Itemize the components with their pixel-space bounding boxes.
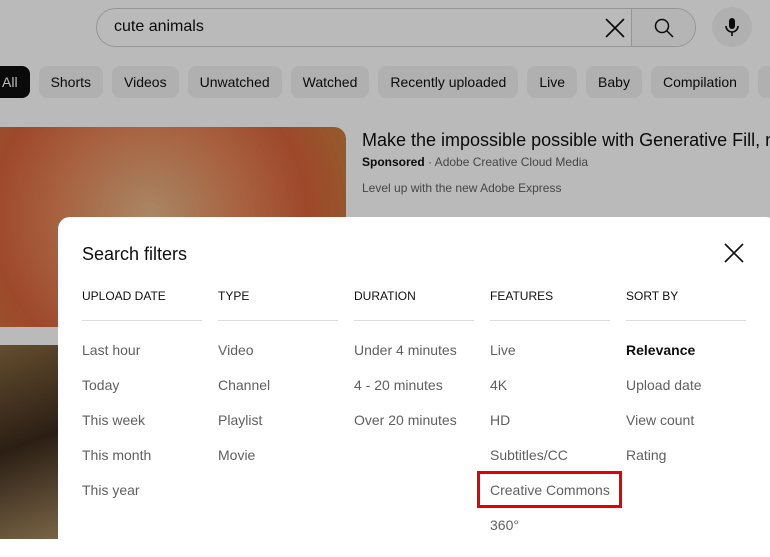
- filter-option[interactable]: Over 20 minutes: [354, 403, 474, 438]
- filter-option[interactable]: Today: [82, 368, 202, 403]
- filter-option[interactable]: Movie: [218, 438, 338, 473]
- highlight-box: [477, 471, 622, 508]
- filter-column-type: TYPE Video Channel Playlist Movie: [218, 289, 338, 473]
- column-header: SORT BY: [626, 289, 746, 321]
- filter-option[interactable]: Subtitles/CC: [490, 438, 610, 473]
- filter-list: Relevance Upload date View count Rating: [626, 321, 746, 473]
- close-icon[interactable]: [722, 241, 746, 265]
- filter-option[interactable]: Last hour: [82, 333, 202, 368]
- column-header: TYPE: [218, 289, 338, 321]
- filter-option[interactable]: Playlist: [218, 403, 338, 438]
- filter-option[interactable]: Channel: [218, 368, 338, 403]
- filter-option[interactable]: Rating: [626, 438, 746, 473]
- filter-list: Video Channel Playlist Movie: [218, 321, 338, 473]
- filter-option[interactable]: 4 - 20 minutes: [354, 368, 474, 403]
- filter-option[interactable]: Under 4 minutes: [354, 333, 474, 368]
- filter-option[interactable]: This week: [82, 403, 202, 438]
- dialog-title: Search filters: [82, 244, 188, 264]
- filter-option[interactable]: This month: [82, 438, 202, 473]
- search-filters-dialog: Search filters UPLOAD DATE Last hour Today…: [58, 217, 770, 557]
- column-header: FEATURES: [490, 289, 610, 321]
- filter-option[interactable]: Live: [490, 333, 610, 368]
- column-header: UPLOAD DATE: [82, 289, 202, 321]
- column-header: DURATION: [354, 289, 474, 321]
- filter-list: Under 4 minutes 4 - 20 minutes Over 20 min…: [354, 321, 474, 438]
- filter-option[interactable]: Relevance: [626, 333, 746, 368]
- filter-list: Last hour Today This week This month This ye…: [82, 321, 202, 508]
- filter-column-upload-date: UPLOAD DATE Last hour Today This week This m…: [82, 289, 202, 508]
- filter-option[interactable]: HD: [490, 403, 610, 438]
- filter-option[interactable]: 4K: [490, 368, 610, 403]
- filter-option[interactable]: 360°: [490, 508, 610, 543]
- filter-option[interactable]: View count: [626, 403, 746, 438]
- filter-option[interactable]: This year: [82, 473, 202, 508]
- filter-column-sort-by: SORT BY Relevance Upload date View count Rat…: [626, 289, 746, 473]
- filter-option[interactable]: Video: [218, 333, 338, 368]
- filter-option[interactable]: Upload date: [626, 368, 746, 403]
- filter-list: Live 4K HD Subtitles/CC Creative Commons 360°: [490, 321, 610, 543]
- filter-column-duration: DURATION Under 4 minutes 4 - 20 minutes Ove…: [354, 289, 474, 438]
